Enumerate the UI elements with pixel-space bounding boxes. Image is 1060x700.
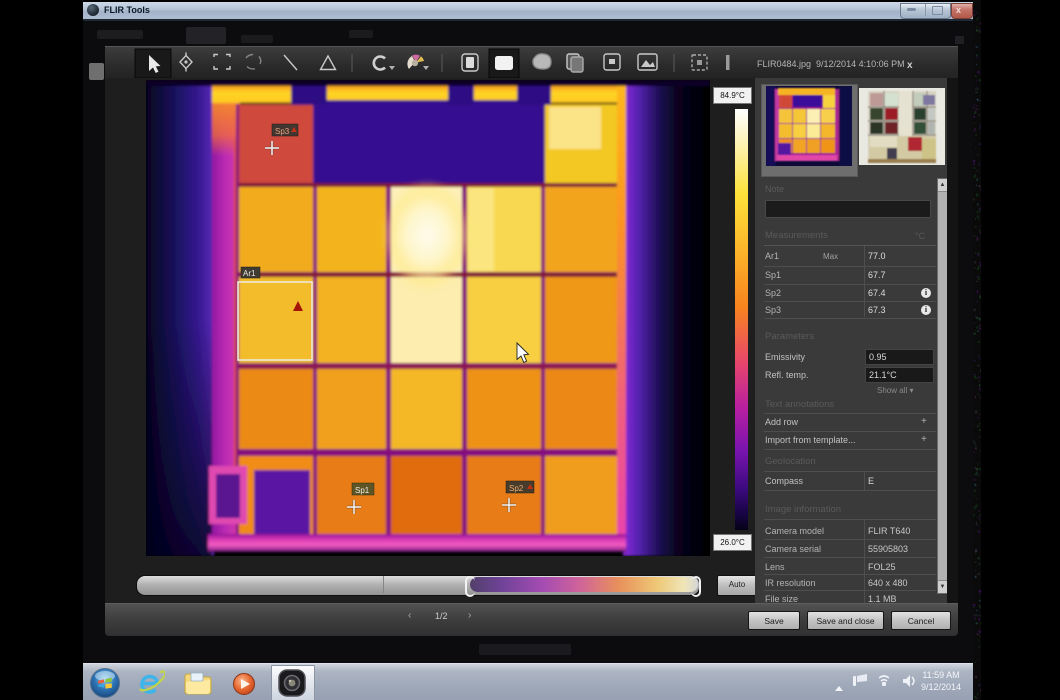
svg-text:Sp2: Sp2 [509,484,524,493]
svg-text:x: x [907,60,913,71]
svg-text:FLIR0484.jpg 9/12/2014 4:10:0: FLIR0484.jpg 9/12/2014 4:10:06 PM [757,59,905,69]
svg-text:Sp1: Sp1 [355,486,370,495]
svg-text:Sp3: Sp3 [275,127,290,136]
svg-text:Ar1: Ar1 [243,269,256,278]
